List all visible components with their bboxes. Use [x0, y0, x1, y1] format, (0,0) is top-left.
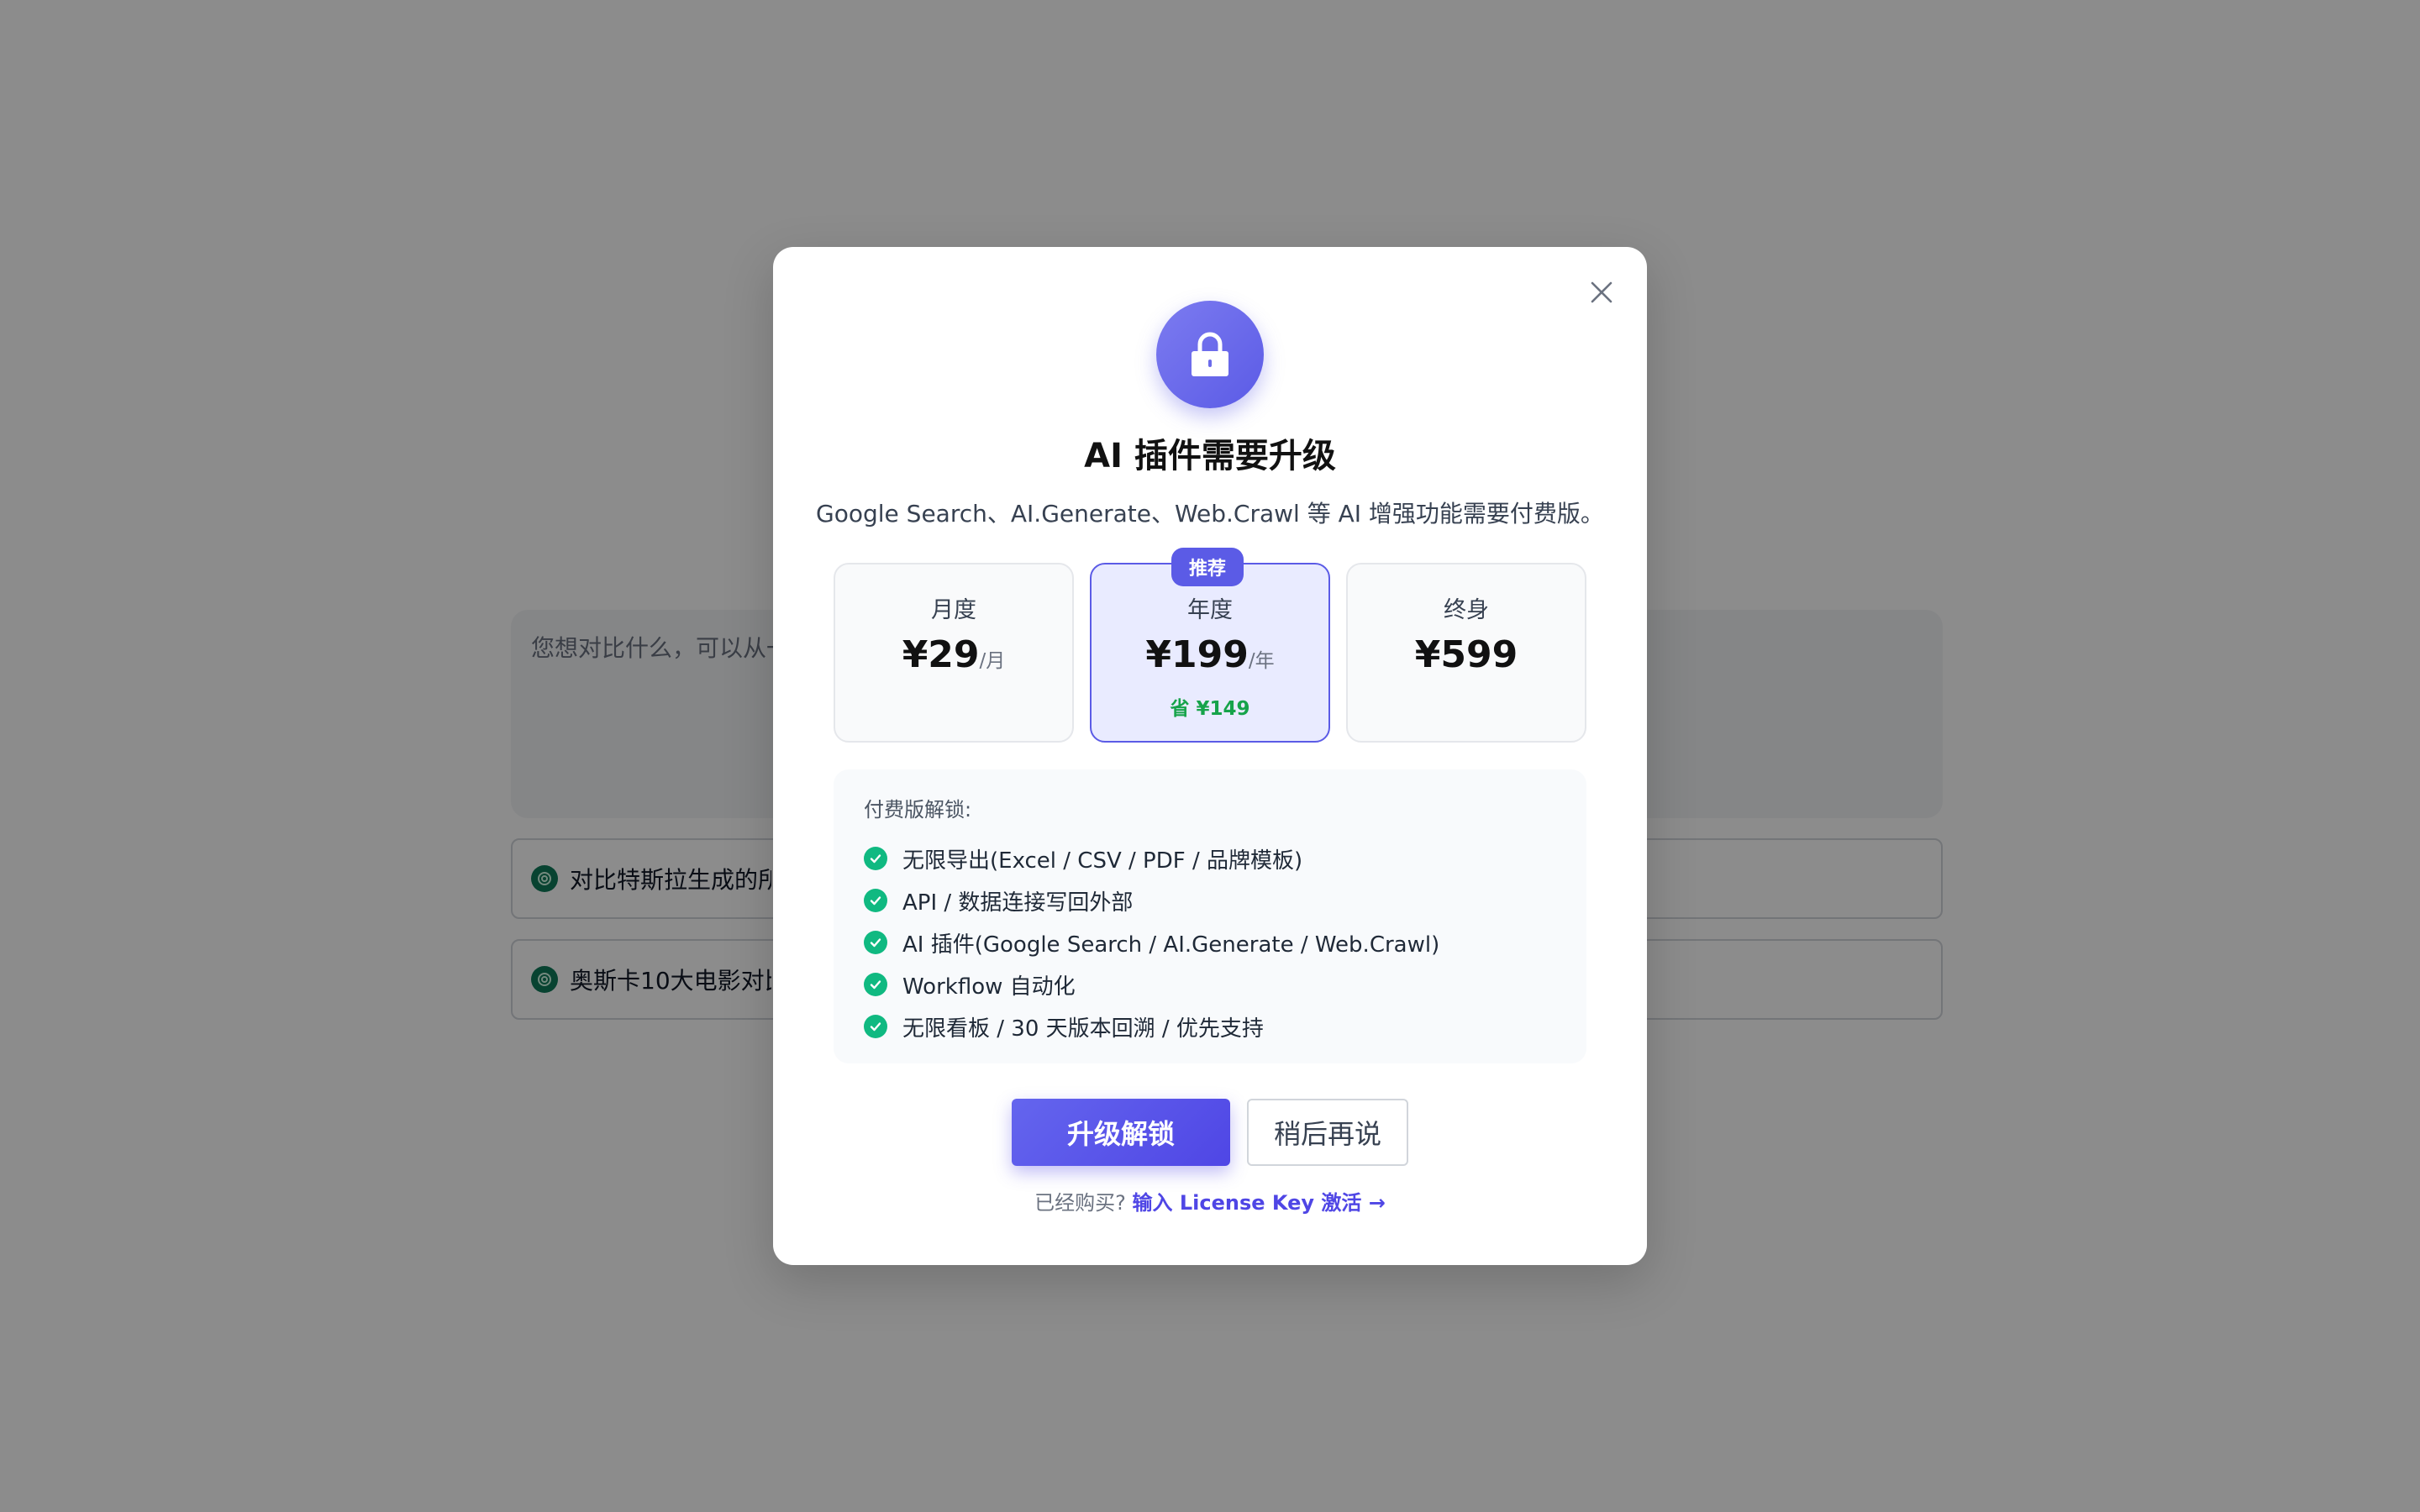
- feature-label: Workflow 自动化: [902, 974, 1076, 1000]
- plan-savings: 省 ¥149: [1170, 698, 1250, 720]
- plan-name: 终身: [1444, 597, 1489, 623]
- feature-item: Workflow 自动化: [864, 963, 1556, 1005]
- close-button[interactable]: [1585, 276, 1618, 309]
- feature-label: 无限导出(Excel / CSV / PDF / 品牌模板): [902, 848, 1303, 874]
- later-button[interactable]: 稍后再说: [1247, 1099, 1408, 1166]
- plan-name: 年度: [1187, 597, 1233, 623]
- modal-title: AI 插件需要升级: [1084, 437, 1336, 475]
- plan-monthly[interactable]: 月度 ¥29/月: [834, 563, 1074, 743]
- recommended-badge: 推荐: [1171, 548, 1244, 586]
- plan-price: ¥29/月: [902, 633, 1006, 676]
- plan-unit: /月: [979, 650, 1006, 672]
- feature-label: 无限看板 / 30 天版本回溯 / 优先支持: [902, 1016, 1264, 1042]
- plan-price: ¥199/年: [1145, 633, 1275, 676]
- feature-item: API / 数据连接写回外部: [864, 879, 1556, 921]
- footer-text: 已经购买?: [1034, 1191, 1133, 1215]
- features-title: 付费版解锁:: [864, 798, 972, 822]
- plan-name: 月度: [931, 597, 976, 623]
- lock-icon: [1192, 332, 1228, 376]
- upgrade-modal: AI 插件需要升级 Google Search、AI.Generate、Web.…: [773, 247, 1647, 1265]
- check-icon: [864, 931, 887, 954]
- modal-subtitle: Google Search、AI.Generate、Web.Crawl 等 AI…: [816, 500, 1604, 528]
- license-key-link[interactable]: 输入 License Key 激活 →: [1133, 1191, 1386, 1215]
- feature-label: AI 插件(Google Search / AI.Generate / Web.…: [902, 932, 1440, 958]
- upgrade-button[interactable]: 升级解锁: [1012, 1099, 1230, 1166]
- feature-label: API / 数据连接写回外部: [902, 890, 1134, 916]
- check-icon: [864, 1015, 887, 1038]
- check-icon: [864, 847, 887, 870]
- check-icon: [864, 973, 887, 996]
- plan-options: 月度 ¥29/月 推荐 年度 ¥199/年 省 ¥149 终身 ¥599: [834, 548, 1586, 743]
- features-panel: 付费版解锁: 无限导出(Excel / CSV / PDF / 品牌模板) AP…: [834, 769, 1586, 1063]
- plan-unit: /年: [1248, 650, 1275, 672]
- plan-lifetime[interactable]: 终身 ¥599: [1346, 563, 1586, 743]
- check-icon: [864, 889, 887, 912]
- feature-item: AI 插件(Google Search / AI.Generate / Web.…: [864, 921, 1556, 963]
- plan-price: ¥599: [1414, 633, 1518, 676]
- lock-badge: [1156, 301, 1264, 408]
- plan-yearly[interactable]: 推荐 年度 ¥199/年 省 ¥149: [1090, 548, 1330, 743]
- license-footer: 已经购买? 输入 License Key 激活 →: [773, 1186, 1647, 1215]
- close-icon: [1591, 281, 1612, 303]
- feature-item: 无限导出(Excel / CSV / PDF / 品牌模板): [864, 837, 1556, 879]
- feature-item: 无限看板 / 30 天版本回溯 / 优先支持: [864, 1005, 1556, 1047]
